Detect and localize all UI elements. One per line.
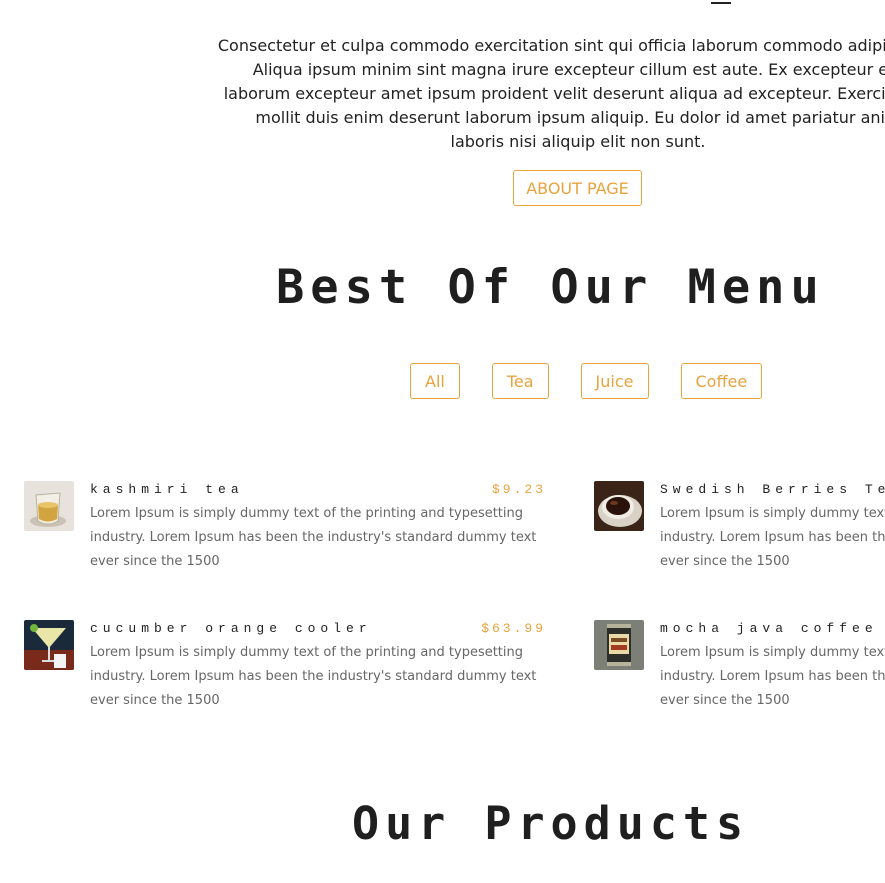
description-line: ever since the 1500 xyxy=(90,693,220,708)
description-line: ever since the 1500 xyxy=(660,554,790,569)
filter-juice-button[interactable]: Juice xyxy=(580,363,649,399)
menu-item-price: $63.99 xyxy=(481,621,546,636)
page: Consectetur et culpa commodo exercitatio… xyxy=(0,0,885,883)
menu-item-description: Lorem Ipsum is simply dummy text of the … xyxy=(660,641,885,713)
filter-coffee-button[interactable]: Coffee xyxy=(680,363,763,399)
menu-item-name: mocha java coffee xyxy=(660,621,878,636)
mocha-java-coffee-image xyxy=(594,620,644,670)
menu-item-price: $9.23 xyxy=(491,482,546,497)
filter-all-button[interactable]: All xyxy=(410,363,460,399)
menu-item-description: Lorem Ipsum is simply dummy text of the … xyxy=(90,641,550,713)
about-description: Consectetur et culpa commodo exercitatio… xyxy=(0,34,885,154)
menu-filter-bar: All Tea Juice Coffee xyxy=(410,363,763,399)
description-line: industry. Lorem Ipsum has been the indus… xyxy=(90,530,537,545)
description-line: Lorem Ipsum is simply dummy text of the … xyxy=(90,645,524,660)
menu-item[interactable]: cucumber orange cooler $63.99 Lorem Ipsu… xyxy=(24,620,546,720)
description-line: ever since the 1500 xyxy=(90,554,220,569)
description-line: industry. Lorem Ipsum has been the indus… xyxy=(90,669,537,684)
heading-underline-fragment xyxy=(711,0,731,4)
products-section-title: Our Products xyxy=(352,797,750,850)
menu-item-description: Lorem Ipsum is simply dummy text of the … xyxy=(90,502,550,574)
about-line: Aliqua ipsum minim sint magna irure exce… xyxy=(252,60,885,79)
menu-section-title: Best Of Our Menu xyxy=(276,260,825,315)
about-line: laborum excepteur amet ipsum proident ve… xyxy=(223,84,885,103)
menu-item[interactable]: mocha java coffee Lorem Ipsum is simply … xyxy=(594,620,885,720)
description-line: industry. Lorem Ipsum has been the indus… xyxy=(660,530,885,545)
filter-tea-button[interactable]: Tea xyxy=(491,363,549,399)
menu-item-description: Lorem Ipsum is simply dummy text of the … xyxy=(660,502,885,574)
menu-item-name: kashmiri tea xyxy=(90,482,244,497)
description-line: Lorem Ipsum is simply dummy text of the … xyxy=(90,506,524,521)
menu-item-name: cucumber orange cooler xyxy=(90,621,372,636)
description-line: Lorem Ipsum is simply dummy text of the … xyxy=(660,645,885,660)
about-line: mollit duis enim deserunt laborum ipsum … xyxy=(255,108,885,127)
menu-item-name: Swedish Berries Tea xyxy=(660,482,885,497)
kashmiri-tea-image xyxy=(24,481,74,531)
about-line: laboris nisi aliquip elit non sunt. xyxy=(450,132,706,151)
about-line: Consectetur et culpa commodo exercitatio… xyxy=(217,36,885,55)
cucumber-orange-cooler-image xyxy=(24,620,74,670)
swedish-berries-tea-image xyxy=(594,481,644,531)
menu-item[interactable]: Swedish Berries Tea Lorem Ipsum is simpl… xyxy=(594,481,885,581)
about-page-button[interactable]: ABOUT PAGE xyxy=(513,170,642,206)
description-line: Lorem Ipsum is simply dummy text of the … xyxy=(660,506,885,521)
description-line: industry. Lorem Ipsum has been the indus… xyxy=(660,669,885,684)
menu-item[interactable]: kashmiri tea $9.23 Lorem Ipsum is simply… xyxy=(24,481,546,581)
description-line: ever since the 1500 xyxy=(660,693,790,708)
